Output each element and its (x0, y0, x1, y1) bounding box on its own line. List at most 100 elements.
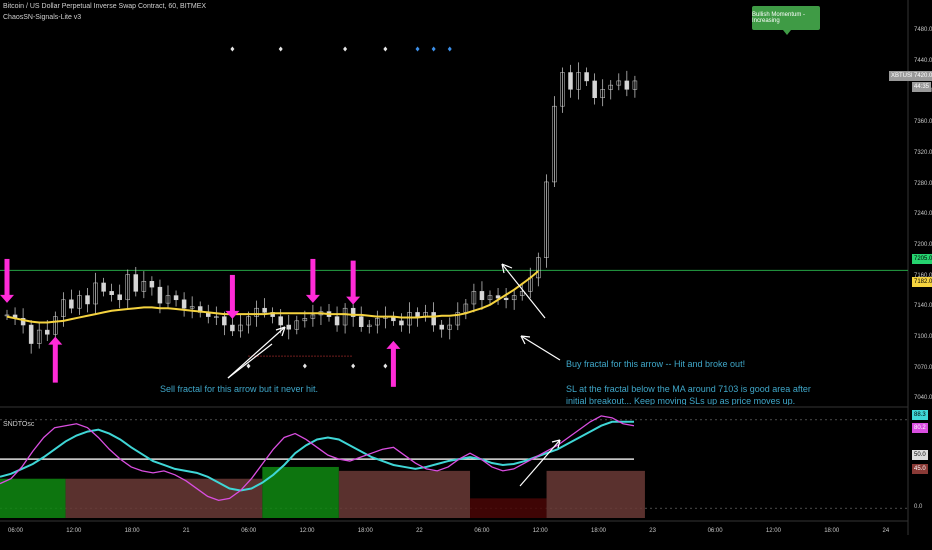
candle-body (568, 72, 573, 90)
price-tick: 7280.0 (914, 180, 932, 187)
candle-body (399, 320, 404, 326)
price-tick: 7440.0 (914, 57, 932, 64)
candle-body (415, 312, 420, 317)
drawn-arrow-line (227, 326, 286, 379)
drawn-arrow-line (227, 343, 273, 379)
candle-body (85, 295, 90, 305)
price-tick: 7480.0 (914, 27, 932, 33)
price-tick: 7200.0 (914, 241, 932, 248)
candle-body (286, 324, 291, 330)
candle-body (592, 80, 597, 99)
fractal-marker (447, 46, 452, 52)
fractal-marker (230, 46, 235, 52)
candle-body (69, 299, 74, 309)
candle-body (133, 274, 139, 292)
candle-body (28, 324, 34, 344)
signal-marks (0, 46, 452, 387)
fractal-marker (383, 46, 388, 52)
time-tick: 12:00 (66, 528, 82, 534)
down-arrow-head (305, 294, 320, 303)
candle-body (222, 316, 227, 326)
osc-white-tag: 50.0 (912, 450, 928, 460)
grid (0, 0, 909, 535)
candle-body (117, 294, 122, 301)
candle-body (503, 297, 509, 301)
candle-body (181, 299, 187, 309)
last-price-tag: 7420.0 (912, 71, 932, 81)
down-arrow-shaft (4, 258, 10, 297)
time-tick: 18:00 (824, 528, 840, 534)
time-tick: 06:00 (474, 528, 490, 534)
indicator-title: ChaosSN-Signals-Lite v3 (3, 14, 82, 21)
time-tick: 23 (649, 528, 656, 534)
candle-body (230, 324, 235, 332)
candle-body (495, 295, 501, 299)
time-tick: 12:00 (532, 528, 548, 534)
time-tick: 24 (882, 528, 890, 534)
down-arrow-shaft (350, 260, 356, 299)
annotation-sl-2: initial breakout... Keep moving SLs up a… (566, 396, 796, 405)
momentum-tooltip: Bullish Momentum - Increasing (752, 6, 820, 35)
down-arrow-shaft (310, 258, 316, 297)
annotation-sl-1: SL at the fractal below the MA around 71… (566, 384, 811, 394)
price-tick: 7360.0 (914, 119, 932, 126)
candle-body (149, 281, 155, 288)
up-arrow-shaft (52, 342, 58, 383)
osc-zone (470, 498, 547, 518)
candle-body (584, 72, 589, 82)
osc-tick: 0.0 (914, 504, 923, 511)
candle-body (157, 286, 163, 304)
annotation-sell: Sell fractal for this arrow but it never… (160, 384, 319, 394)
price-tick: 7100.0 (914, 334, 932, 340)
candle-body (173, 295, 179, 301)
chart-canvas[interactable] (0, 0, 932, 550)
price-tick: 7240.0 (914, 211, 932, 218)
osc-magenta-tag: 80.2 (912, 423, 928, 433)
fractal-marker (343, 46, 348, 52)
fractal-marker (431, 46, 436, 52)
fractal-marker (278, 46, 283, 52)
time-tick: 06:00 (8, 528, 24, 534)
ma-tag: 7182.0 (912, 277, 932, 287)
candle-body (439, 324, 444, 330)
candles (4, 62, 638, 354)
time-tick: 22 (416, 528, 423, 534)
fractal-marker (415, 46, 420, 52)
candle-body (624, 80, 630, 90)
osc-red-tag: 45.0 (912, 464, 928, 474)
osc-cyan-tag: 88.3 (912, 410, 928, 420)
symbol-title: Bitcoin / US Dollar Perpetual Inverse Sw… (3, 3, 207, 10)
up-arrow-shaft (390, 346, 396, 387)
time-tick: 06:00 (707, 528, 723, 534)
fractal-marker (246, 363, 251, 369)
annotation-buy: Buy fractal for this arrow -- Hit and br… (566, 359, 746, 369)
price-tick: 7040.0 (914, 395, 932, 402)
fractal-marker (383, 363, 388, 369)
candle-body (431, 312, 436, 326)
candle-body (101, 282, 106, 292)
drawn-arrow-line (520, 335, 561, 361)
time-tick: 12:00 (765, 528, 781, 534)
time-tick: 21 (182, 528, 190, 534)
osc-zone (546, 470, 645, 518)
time-tick: 18:00 (357, 528, 373, 534)
candle-body (479, 291, 485, 301)
oscillator-zones (0, 466, 645, 518)
level-tag: 7205.0 (912, 254, 932, 264)
countdown-tag: 44:35 (912, 82, 932, 92)
candle-body (278, 316, 283, 326)
down-arrow-shaft (229, 274, 235, 313)
candle-body (262, 307, 267, 313)
down-arrow-head (346, 296, 361, 305)
osc-zone (338, 470, 471, 518)
price-tick: 7140.0 (914, 303, 932, 310)
price-tick: 7070.0 (914, 364, 932, 371)
time-tick: 18:00 (591, 528, 607, 534)
time-tick: 12:00 (299, 528, 315, 534)
candle-body (334, 316, 340, 326)
time-tick: 06:00 (241, 528, 257, 534)
candle-body (109, 291, 114, 295)
fractal-marker (351, 363, 356, 369)
candle-body (358, 316, 364, 327)
time-tick: 18:00 (124, 528, 140, 534)
